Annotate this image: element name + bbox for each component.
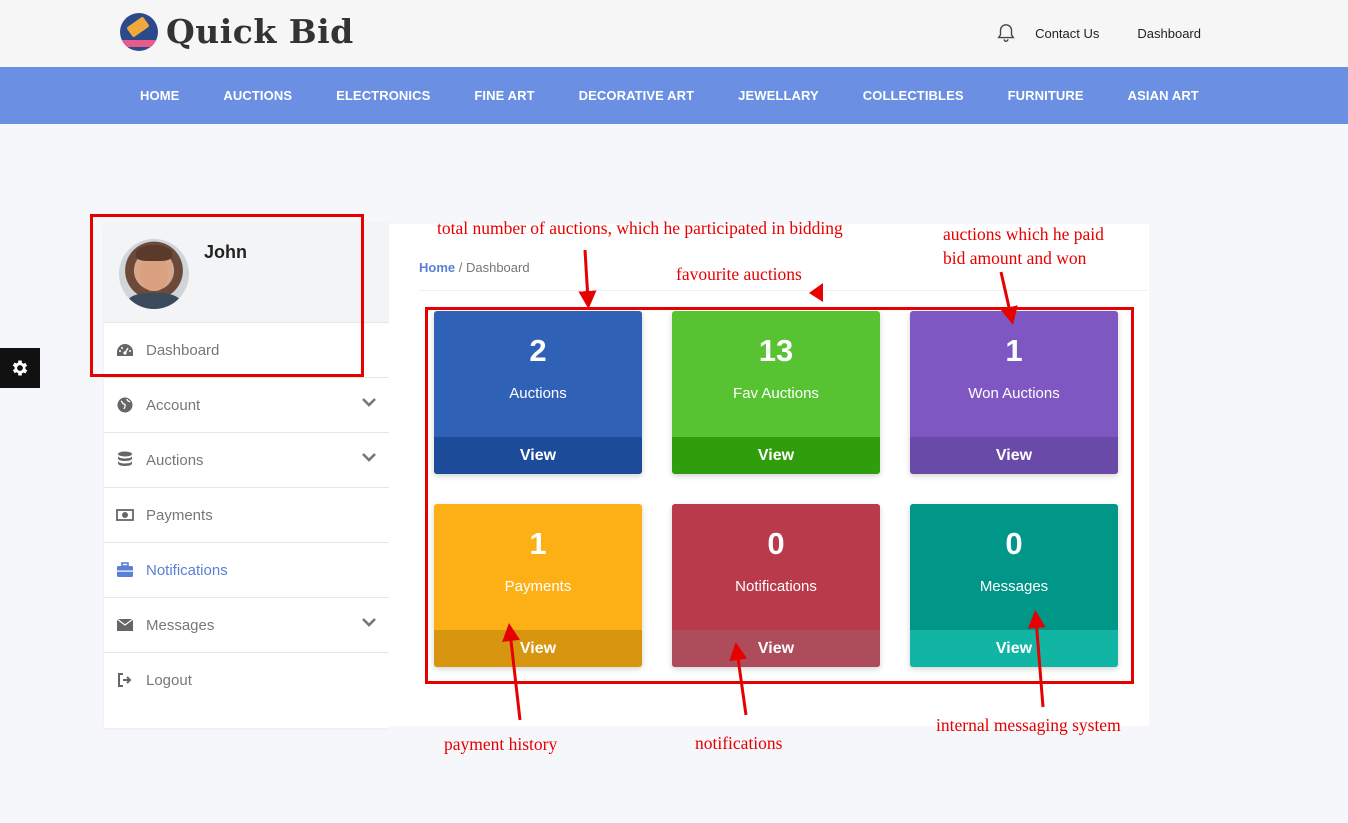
annotation-payments: payment history bbox=[444, 734, 558, 754]
database-icon bbox=[116, 451, 134, 469]
annotation-won-line2: bid amount and won bbox=[943, 248, 1087, 268]
briefcase-icon bbox=[116, 561, 134, 579]
contact-us-link[interactable]: Contact Us bbox=[1035, 26, 1099, 41]
sidebar-item-label: Messages bbox=[146, 616, 215, 634]
sidebar-item-logout[interactable]: Logout bbox=[104, 652, 389, 707]
nav-item-decorative-art[interactable]: DECORATIVE ART bbox=[557, 88, 717, 103]
nav-item-asian-art[interactable]: ASIAN ART bbox=[1106, 88, 1221, 103]
sidebar-item-auctions[interactable]: Auctions bbox=[104, 432, 389, 487]
globe-icon bbox=[116, 396, 134, 414]
gavel-logo-icon bbox=[120, 12, 158, 51]
gear-icon bbox=[12, 360, 28, 376]
nav-item-fine-art[interactable]: FINE ART bbox=[452, 88, 556, 103]
sidebar-item-label: Logout bbox=[146, 671, 192, 689]
annotation-notifications: notifications bbox=[695, 733, 783, 753]
nav-item-jewellary[interactable]: JEWELLARY bbox=[716, 88, 841, 103]
nav-item-collectibles[interactable]: COLLECTIBLES bbox=[841, 88, 986, 103]
annotation-cards-box bbox=[425, 307, 1134, 684]
sidebar-item-messages[interactable]: Messages bbox=[104, 597, 389, 652]
annotation-profile-box bbox=[90, 214, 364, 377]
chevron-down-icon[interactable] bbox=[361, 396, 377, 408]
nav-item-furniture[interactable]: FURNITURE bbox=[986, 88, 1106, 103]
annotation-auctions: total number of auctions, which he parti… bbox=[437, 218, 843, 238]
breadcrumb-home-link[interactable]: Home bbox=[419, 260, 455, 275]
bell-icon[interactable] bbox=[995, 22, 1017, 44]
settings-tab[interactable] bbox=[0, 348, 40, 388]
sidebar-item-label: Account bbox=[146, 396, 201, 414]
main-nav: HOME AUCTIONS ELECTRONICS FINE ART DECOR… bbox=[0, 67, 1348, 124]
sidebar-item-payments[interactable]: Payments bbox=[104, 487, 389, 542]
sidebar-item-account[interactable]: Account bbox=[104, 377, 389, 432]
brand-name: Quick Bid bbox=[166, 12, 354, 51]
annotation-messages: internal messaging system bbox=[936, 715, 1121, 735]
breadcrumb-divider bbox=[419, 290, 1147, 291]
money-icon bbox=[116, 506, 134, 524]
top-header: Quick Bid Contact Us Dashboard bbox=[0, 0, 1348, 67]
sidebar-item-label: Notifications bbox=[146, 561, 228, 579]
sidebar-item-notifications[interactable]: Notifications bbox=[104, 542, 389, 597]
annotation-favourites: favourite auctions bbox=[676, 264, 802, 284]
nav-item-electronics[interactable]: ELECTRONICS bbox=[314, 88, 452, 103]
envelope-icon bbox=[116, 616, 134, 634]
chevron-down-icon[interactable] bbox=[361, 451, 377, 463]
breadcrumb-current: / Dashboard bbox=[458, 260, 530, 275]
annotation-won-line1: auctions which he paid bbox=[943, 224, 1104, 244]
top-links: Contact Us Dashboard bbox=[995, 22, 1201, 44]
sidebar-item-label: Payments bbox=[146, 506, 213, 524]
brand-logo[interactable]: Quick Bid bbox=[120, 12, 354, 51]
nav-item-home[interactable]: HOME bbox=[118, 88, 201, 103]
chevron-down-icon[interactable] bbox=[361, 616, 377, 628]
breadcrumb: Home / Dashboard bbox=[419, 260, 530, 275]
dashboard-link[interactable]: Dashboard bbox=[1137, 26, 1201, 41]
nav-item-auctions[interactable]: AUCTIONS bbox=[201, 88, 314, 103]
sidebar-item-label: Auctions bbox=[146, 451, 204, 469]
sign-out-icon bbox=[116, 671, 134, 689]
